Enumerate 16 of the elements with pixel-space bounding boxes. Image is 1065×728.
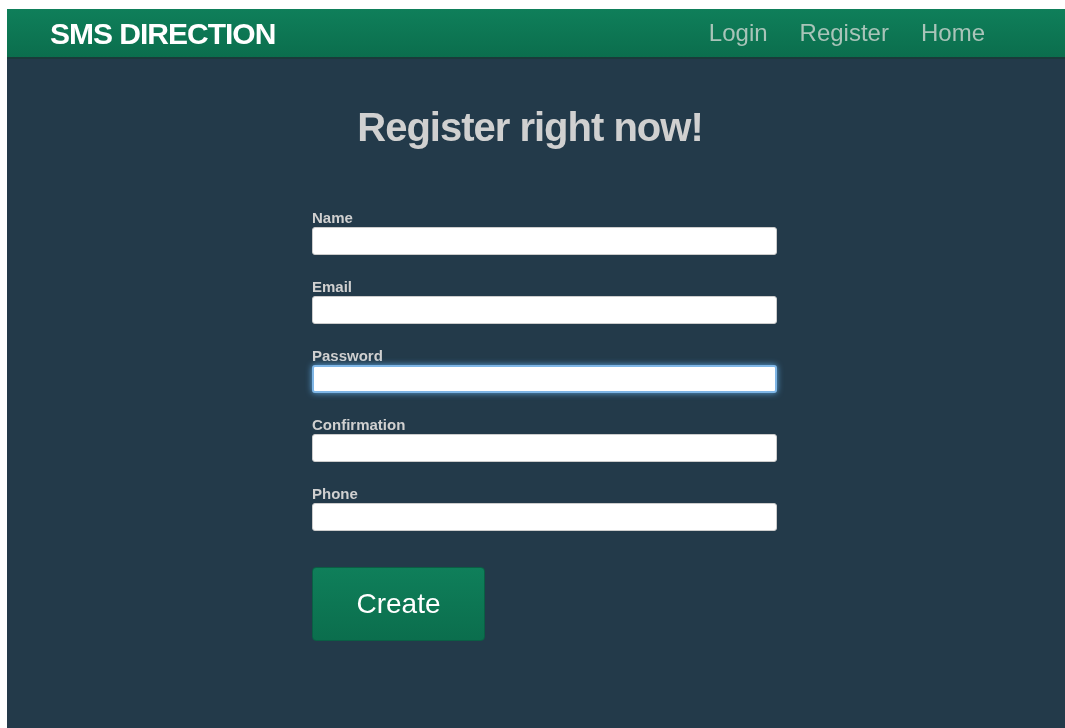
input-field[interactable] [312,227,777,255]
field-label: Phone [312,485,359,503]
nav-link[interactable]: Login [708,15,768,51]
create-button[interactable]: Create [312,567,485,641]
page-heading: Register right now! [356,104,704,151]
input-field[interactable] [312,365,777,393]
field-label: Confirmation [312,416,407,434]
nav-link[interactable]: Register [799,15,889,51]
field-label: Email [312,278,354,296]
field-label: Password [312,347,384,365]
nav-link[interactable]: Home [920,15,985,51]
input-field[interactable] [312,503,777,531]
field-label: Name [312,209,354,227]
brand-logo[interactable]: SMS DIRECTION [50,10,276,56]
input-field[interactable] [312,296,777,324]
input-field[interactable] [312,434,777,462]
